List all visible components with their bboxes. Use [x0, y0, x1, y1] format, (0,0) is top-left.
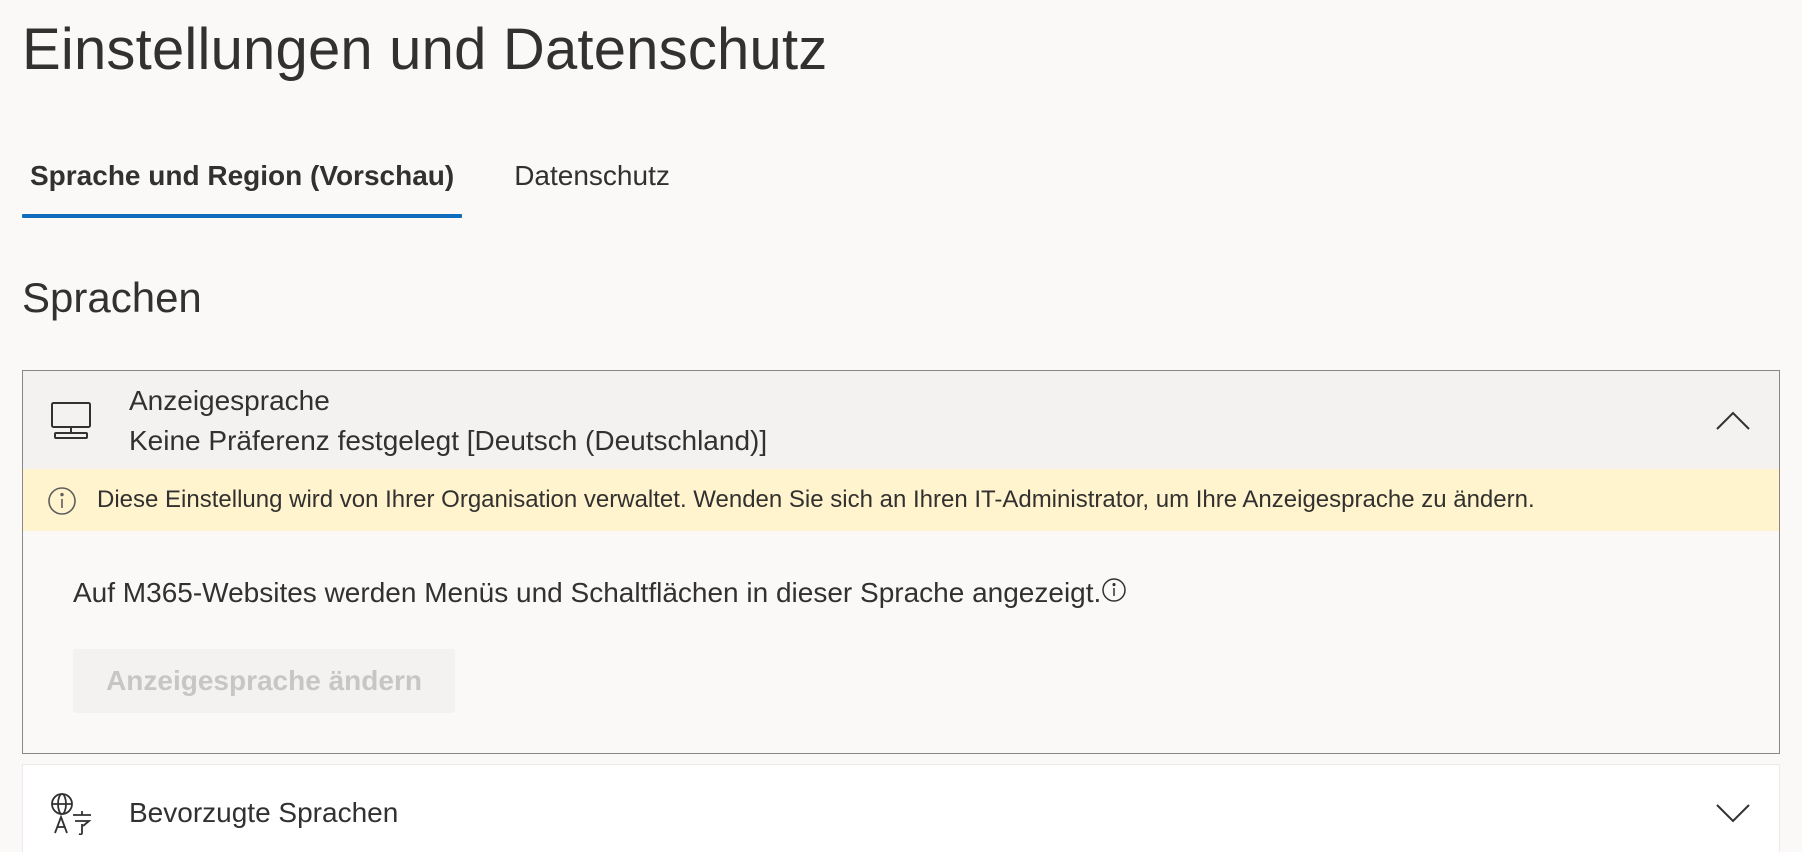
tab-bar: Sprache und Region (Vorschau) Datenschut… — [22, 148, 678, 220]
tab-privacy[interactable]: Datenschutz — [506, 148, 678, 204]
banner-message: Diese Einstellung wird von Ihrer Organis… — [97, 486, 1535, 513]
info-icon — [48, 487, 76, 515]
preferred-languages-card[interactable]: Bevorzugte Sprachen — [22, 764, 1780, 852]
display-language-title: Anzeigesprache — [129, 385, 330, 416]
page-title: Einstellungen und Datenschutz — [22, 17, 828, 82]
change-display-language-button[interactable]: Anzeigesprache ändern — [73, 649, 455, 713]
display-language-header[interactable]: Anzeigesprache Keine Präferenz festgeleg… — [23, 371, 1779, 469]
language-translate-icon — [51, 793, 92, 835]
display-language-value: Keine Präferenz festgelegt [Deutsch (Deu… — [129, 425, 768, 456]
settings-page: Einstellungen und Datenschutz Sprache un… — [0, 0, 1802, 852]
display-language-description: Auf M365-Websites werden Menüs und Schal… — [73, 577, 1102, 608]
section-title-languages: Sprachen — [22, 274, 202, 321]
info-icon[interactable] — [1101, 577, 1127, 603]
chevron-down-icon[interactable] — [1715, 795, 1751, 831]
tab-language-region[interactable]: Sprache und Region (Vorschau) — [22, 148, 463, 218]
preferred-languages-title: Bevorzugte Sprachen — [129, 797, 399, 828]
monitor-icon — [51, 402, 91, 439]
display-language-card: Anzeigesprache Keine Präferenz festgeleg… — [22, 370, 1780, 754]
chevron-up-icon[interactable] — [1715, 403, 1751, 439]
managed-setting-banner: Diese Einstellung wird von Ihrer Organis… — [23, 469, 1779, 531]
